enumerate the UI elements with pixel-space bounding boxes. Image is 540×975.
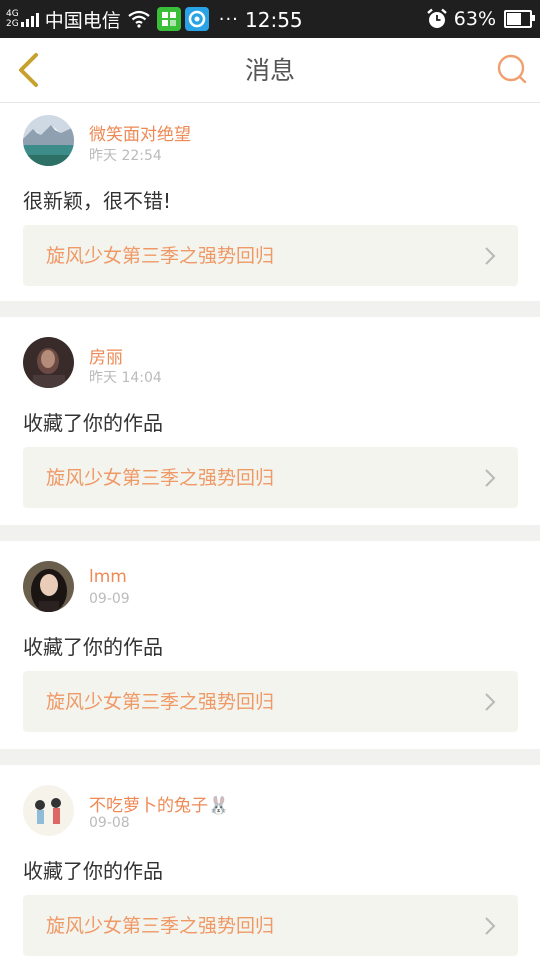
status-bar: 4G 2G 中国电信 ··· 12:55 63% (0, 0, 540, 38)
work-title: 旋风少女第三季之强势回归 (46, 915, 275, 937)
status-right: 63% (426, 0, 535, 38)
wifi-icon (128, 10, 150, 28)
message-username[interactable]: lmm (89, 567, 127, 587)
message-text: 收藏了你的作品 (23, 635, 163, 659)
network-type: 4G 2G (6, 9, 19, 29)
chevron-right-icon (485, 469, 496, 487)
message-list: 微笑面对绝望 昨天 22:54 很新颖，很不错! 旋风少女第三季之强势回归 房丽… (0, 103, 540, 975)
message-item: 微笑面对绝望 昨天 22:54 很新颖，很不错! 旋风少女第三季之强势回归 (0, 103, 540, 301)
avatar[interactable] (23, 561, 74, 612)
work-link[interactable]: 旋风少女第三季之强势回归 (23, 671, 518, 732)
avatar[interactable] (23, 785, 74, 836)
message-item: 房丽 昨天 14:04 收藏了你的作品 旋风少女第三季之强势回归 (0, 317, 540, 525)
signal-icon (20, 11, 39, 27)
network-type-top: 4G (6, 9, 19, 19)
list-divider (0, 525, 540, 541)
work-title: 旋风少女第三季之强势回归 (46, 691, 275, 713)
message-time: 昨天 22:54 (89, 148, 162, 164)
network-type-bottom: 2G (6, 19, 19, 29)
app-green-icon (156, 7, 181, 31)
status-left: 4G 2G 中国电信 ··· (6, 0, 239, 38)
message-time: 09-09 (89, 591, 130, 607)
message-time: 09-08 (89, 815, 130, 831)
battery-fill (507, 13, 521, 25)
nav-bar: 消息 (0, 38, 540, 103)
avatar[interactable] (23, 115, 74, 166)
message-text: 收藏了你的作品 (23, 859, 163, 883)
alarm-icon (426, 8, 447, 28)
avatar[interactable] (23, 337, 74, 388)
page-title: 消息 (244, 56, 295, 85)
message-time: 昨天 14:04 (89, 370, 162, 386)
message-username[interactable]: 房丽 (89, 343, 123, 368)
battery-percent: 63% (453, 8, 496, 30)
list-divider (0, 301, 540, 317)
work-title: 旋风少女第三季之强势回归 (46, 467, 275, 489)
app-blue-icon (184, 7, 209, 31)
message-text: 很新颖，很不错! (23, 189, 172, 213)
work-link[interactable]: 旋风少女第三季之强势回归 (23, 225, 518, 286)
work-title: 旋风少女第三季之强势回归 (46, 245, 275, 267)
status-time: 12:55 (245, 8, 303, 32)
search-icon[interactable] (496, 53, 528, 85)
battery-icon (504, 10, 535, 28)
message-username[interactable]: 微笑面对绝望 (89, 120, 191, 145)
message-username[interactable]: 不吃萝卜的兔子🐰 (89, 791, 229, 816)
chevron-right-icon (485, 917, 496, 935)
message-item: lmm 09-09 收藏了你的作品 旋风少女第三季之强势回归 (0, 541, 540, 749)
carrier-name: 中国电信 (44, 9, 121, 32)
message-item: 不吃萝卜的兔子🐰 09-08 收藏了你的作品 旋风少女第三季之强势回归 (0, 765, 540, 975)
more-notifications: ··· (218, 8, 239, 30)
work-link[interactable]: 旋风少女第三季之强势回归 (23, 447, 518, 508)
chevron-right-icon (485, 693, 496, 711)
list-divider (0, 749, 540, 765)
chevron-right-icon (485, 247, 496, 265)
message-text: 收藏了你的作品 (23, 411, 163, 435)
work-link[interactable]: 旋风少女第三季之强势回归 (23, 895, 518, 956)
